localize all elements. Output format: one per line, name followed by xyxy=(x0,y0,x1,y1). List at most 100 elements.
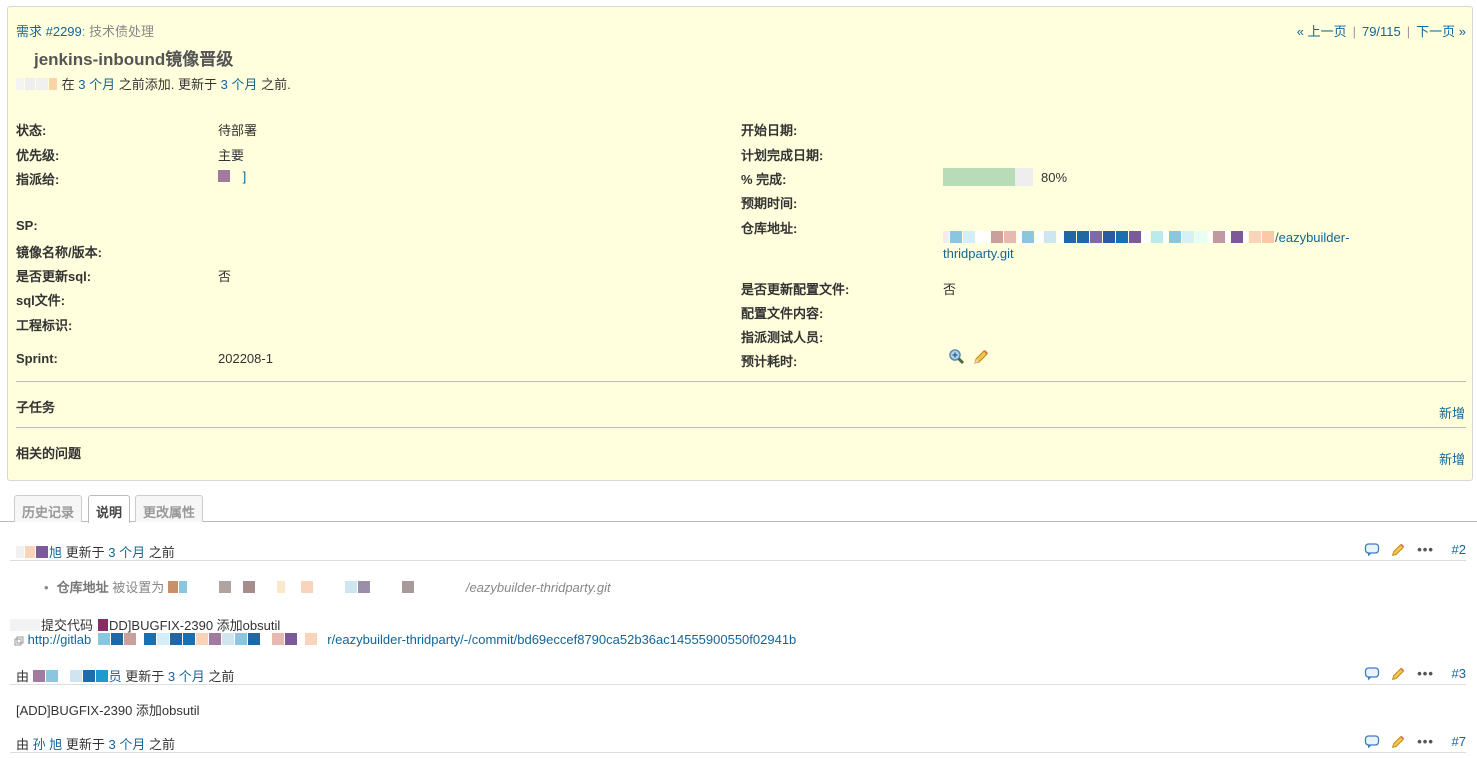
updated-ago-link[interactable]: 3 个月 xyxy=(221,77,258,92)
commit-url-head[interactable]: http://gitlab xyxy=(28,632,92,647)
issue-tracker-line: 需求 #2299: 技术债处理 xyxy=(16,21,154,40)
divider xyxy=(16,381,1466,382)
link-icon xyxy=(14,636,24,646)
detail-new-value: /eazybuilder-thridparty.git xyxy=(465,580,611,595)
journal-number-link[interactable]: #3 xyxy=(1452,666,1466,681)
history-tabs: 历史记录 说明 更改属性 xyxy=(0,494,1477,523)
repo-redacted xyxy=(943,231,1275,246)
journal-ago-link[interactable]: 3 个月 xyxy=(168,669,205,684)
journal-header: 旭 更新于 3 个月 之前 ••• #2 xyxy=(10,539,1466,561)
journal-actions: ••• #2 xyxy=(1358,541,1466,558)
journal-number-link[interactable]: #7 xyxy=(1452,734,1466,749)
journal-user-link[interactable]: 孙 旭 xyxy=(33,737,63,752)
edit-pencil-icon[interactable] xyxy=(1390,666,1406,682)
more-icon[interactable]: ••• xyxy=(1417,734,1434,749)
repo-address-label: 仓库地址: xyxy=(741,221,798,236)
comment-icon[interactable] xyxy=(1364,542,1380,558)
edit-pencil-icon[interactable] xyxy=(972,348,990,366)
category-value: 技术债处理 xyxy=(89,24,155,39)
journal-ago-link[interactable]: 3 个月 xyxy=(109,737,146,752)
assignee-label: 指派给: xyxy=(16,172,60,187)
sprint-label: Sprint: xyxy=(16,351,58,366)
repo-link-line1[interactable]: /eazybuilder- xyxy=(1275,230,1349,245)
relations-add-link[interactable]: 新增 xyxy=(1439,449,1465,468)
config-content-label: 配置文件内容: xyxy=(741,306,824,321)
due-date-label: 计划完成日期: xyxy=(741,148,824,163)
progress-fill xyxy=(943,168,1015,186)
journal-header: 由 孙 旭 更新于 3 个月 之前 ••• #7 xyxy=(10,731,1466,753)
journal-author-line: 由 员 更新于 3 个月 之前 xyxy=(16,669,235,685)
subtasks-add-link[interactable]: 新增 xyxy=(1439,403,1465,422)
estimated-spent-label: 预计耗时: xyxy=(741,354,798,369)
sql-file-label: sql文件: xyxy=(16,293,66,308)
zoom-in-icon[interactable] xyxy=(948,348,966,366)
url-redacted xyxy=(91,633,327,648)
author-avatar xyxy=(16,78,58,93)
priority-value: 主要 xyxy=(218,148,245,163)
journal-actions: ••• #7 xyxy=(1358,733,1466,750)
journal-commit-url[interactable]: http://gitlab r/eazybuilder-thridparty/-/… xyxy=(14,632,796,648)
repo-address-value[interactable]: /eazybuilder- thridparty.git xyxy=(943,230,1349,261)
issue-subject: jenkins-inbound镜像晋级 xyxy=(34,50,234,69)
priority-label: 优先级: xyxy=(16,148,60,163)
journal-actions: ••• #3 xyxy=(1358,665,1466,682)
relations-title: 相关的问题 xyxy=(16,446,82,461)
journal-author-line: 由 孙 旭 更新于 3 个月 之前 xyxy=(16,737,176,752)
repo-link-line2[interactable]: thridparty.git xyxy=(943,246,1014,261)
edit-pencil-icon[interactable] xyxy=(1390,734,1406,750)
divider xyxy=(16,427,1466,428)
author-line: 在 3 个月 之前添加. 更新于 3 个月 之前. xyxy=(16,74,291,93)
comment-icon[interactable] xyxy=(1364,734,1380,750)
progress-track xyxy=(943,168,1033,186)
issue-details: 需求 #2299: 技术债处理 « 上一页 | 79/115 | 下一页 » jenki… xyxy=(7,6,1473,481)
next-link[interactable]: 下一页 » xyxy=(1416,24,1466,39)
image-version-label: 镜像名称/版本: xyxy=(16,245,102,260)
spent-time-actions xyxy=(948,348,990,369)
more-icon[interactable]: ••• xyxy=(1417,542,1434,557)
assignee-value[interactable]: ] xyxy=(218,169,246,185)
issue-id-link[interactable]: 需求 #2299 xyxy=(16,24,82,39)
test-assignee-label: 指派测试人员: xyxy=(741,330,824,345)
detail-field-label: 仓库地址 xyxy=(56,580,109,595)
progress-bar: 80% xyxy=(943,168,1067,186)
estimated-time-label: 预期时间: xyxy=(741,196,798,211)
created-ago-link[interactable]: 3 个月 xyxy=(78,77,115,92)
update-config-label: 是否更新配置文件: xyxy=(741,282,850,297)
journal-header: 由 员 更新于 3 个月 之前 ••• #3 xyxy=(10,663,1466,685)
progress-percent: 80% xyxy=(1041,169,1068,185)
tab-property-changes[interactable]: 更改属性 xyxy=(135,495,204,522)
sprint-link[interactable]: 202208-1 xyxy=(218,351,273,366)
journal-user-link[interactable]: 旭 xyxy=(49,545,62,560)
done-ratio-label: % 完成: xyxy=(741,172,787,187)
sp-label: SP: xyxy=(16,218,38,233)
journal-number-link[interactable]: #2 xyxy=(1452,542,1466,557)
start-date-label: 开始日期: xyxy=(741,123,798,138)
update-config-value: 否 xyxy=(943,282,957,297)
prev-link[interactable]: « 上一页 xyxy=(1297,24,1347,39)
comment-icon[interactable] xyxy=(1364,666,1380,682)
tab-notes[interactable]: 说明 xyxy=(88,495,131,523)
assignee-avatar xyxy=(218,170,231,185)
update-sql-value: 否 xyxy=(218,269,232,284)
category-label: : xyxy=(81,24,89,39)
assignee-link[interactable]: ] xyxy=(243,169,247,184)
user-avatar xyxy=(32,670,109,685)
issue-pagination: « 上一页 | 79/115 | 下一页 » xyxy=(1296,24,1466,39)
journal-user-link[interactable]: 员 xyxy=(109,669,122,684)
journal-author-line: 旭 更新于 3 个月 之前 xyxy=(16,542,175,561)
detail-redacted xyxy=(167,581,466,596)
project-id-label: 工程标识: xyxy=(16,318,73,333)
position-link[interactable]: 79/115 xyxy=(1362,24,1401,39)
journal-detail: • 仓库地址 被设置为 /eazybuilder-thridparty.git xyxy=(44,580,611,596)
status-label: 状态: xyxy=(16,123,47,138)
tab-history[interactable]: 历史记录 xyxy=(14,495,83,522)
status-value: 待部署 xyxy=(218,123,258,138)
user-avatar xyxy=(16,546,49,561)
commit-url-tail[interactable]: r/eazybuilder-thridparty/-/commit/bd69ec… xyxy=(327,632,796,647)
journal-note: [ADD]BUGFIX-2390 添加obsutil xyxy=(16,703,200,718)
journal-ago-link[interactable]: 3 个月 xyxy=(108,545,145,560)
subtasks-title: 子任务 xyxy=(16,400,56,415)
edit-pencil-icon[interactable] xyxy=(1390,542,1406,558)
update-sql-label: 是否更新sql: xyxy=(16,269,92,284)
more-icon[interactable]: ••• xyxy=(1417,666,1434,681)
